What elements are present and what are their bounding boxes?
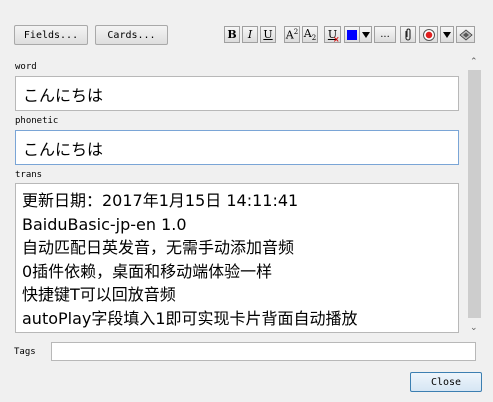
trans-field[interactable]: 更新日期：2017年1月15日 14:11:41 BaiduBasic-jp-e… — [15, 183, 459, 333]
paperclip-icon — [405, 28, 411, 41]
fields-button[interactable]: Fields... — [14, 25, 88, 45]
subscript-button[interactable]: A2 — [302, 26, 318, 43]
italic-button[interactable]: I — [242, 26, 258, 43]
subscript-icon: A2 — [303, 26, 317, 43]
superscript-button[interactable]: A2 — [284, 26, 300, 43]
text-color-swatch-icon — [347, 29, 357, 40]
trans-line: 更新日期：2017年1月15日 14:11:41 — [22, 191, 299, 210]
text-color-dropdown[interactable] — [359, 26, 372, 43]
bold-icon: B — [227, 28, 237, 41]
clear-format-button[interactable]: U × — [324, 26, 341, 44]
trans-line: 0插件依赖，桌面和移动端体验一样 — [22, 261, 273, 281]
bold-button[interactable]: B — [224, 26, 240, 43]
scrollbar-thumb[interactable] — [468, 70, 481, 318]
more-dropdown[interactable] — [440, 26, 454, 43]
trans-line: 自动匹配日英发音，无需手动添加音频 — [22, 238, 295, 257]
underline-icon: U — [263, 28, 273, 41]
underline-button[interactable]: U — [260, 26, 276, 43]
field-label-trans: trans — [15, 170, 43, 180]
triangle-down-icon — [443, 31, 451, 38]
latex-icon — [458, 28, 473, 41]
tags-input[interactable] — [51, 342, 476, 361]
scroll-down-icon[interactable]: ⌄ — [470, 322, 478, 332]
clear-format-icon: U × — [327, 28, 340, 44]
record-button[interactable] — [419, 26, 438, 43]
word-field[interactable]: こんにちは — [15, 76, 459, 111]
cards-button[interactable]: Cards... — [95, 25, 168, 45]
trans-line: BaiduBasic-jp-en 1.0 — [22, 214, 187, 234]
text-color-button[interactable] — [344, 26, 360, 43]
tags-label: Tags — [14, 347, 36, 357]
italic-icon: I — [247, 28, 253, 41]
attach-button[interactable] — [400, 26, 416, 43]
close-button[interactable]: Close — [410, 372, 482, 392]
superscript-icon: A2 — [285, 27, 299, 42]
editor-scrollbar[interactable]: ⌃ ⌄ — [466, 54, 483, 334]
field-label-word: word — [15, 62, 37, 72]
triangle-down-icon — [361, 31, 370, 38]
trans-line: autoPlay字段填入1即可实现卡片背面自动播放 — [22, 308, 358, 328]
more-button[interactable]: ... — [374, 26, 396, 43]
scroll-up-icon[interactable]: ⌃ — [470, 56, 478, 66]
phonetic-field[interactable]: こんにちは — [15, 130, 459, 165]
record-icon — [422, 28, 435, 41]
trans-line: 快捷键T可以回放音频 — [22, 285, 176, 304]
more-icon: ... — [380, 29, 390, 40]
field-label-phonetic: phonetic — [15, 116, 59, 126]
latex-button[interactable] — [456, 26, 475, 43]
